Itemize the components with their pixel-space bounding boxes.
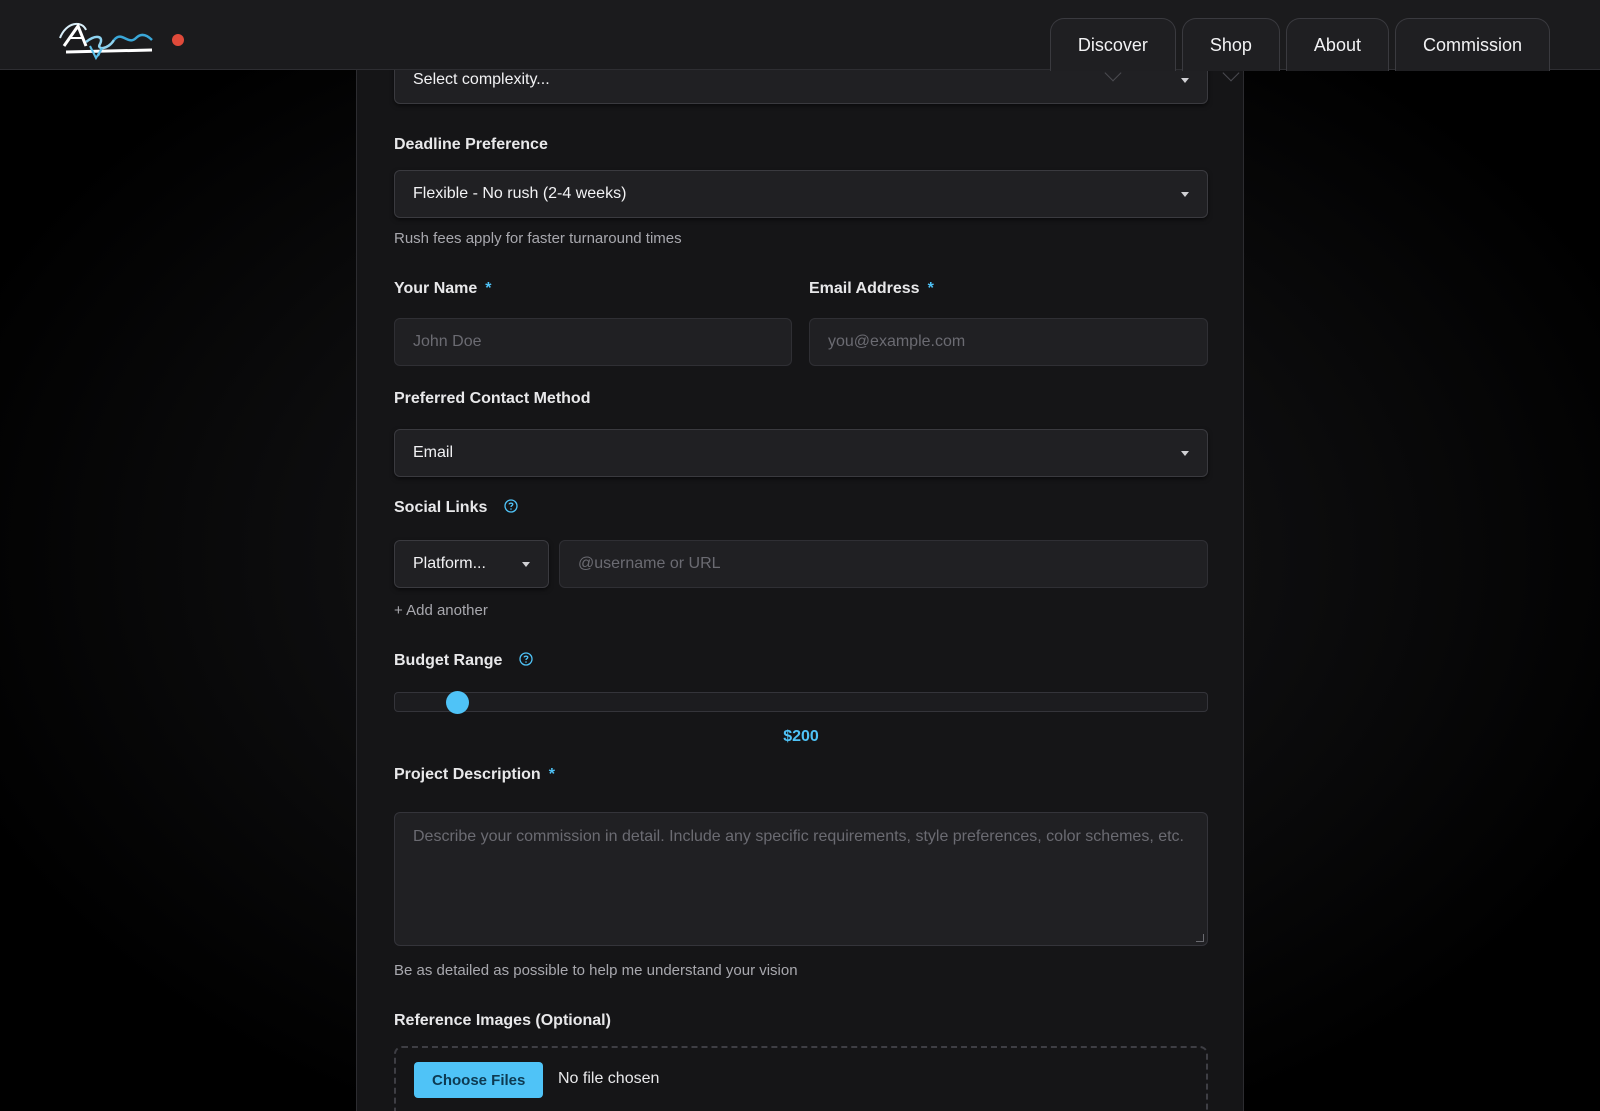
project-description-placeholder: Describe your commission in detail. Incl… bbox=[413, 828, 1184, 845]
nav-tab-label: About bbox=[1313, 34, 1361, 55]
caret-down-icon bbox=[1181, 192, 1189, 197]
budget-range-label: Budget Range bbox=[394, 652, 533, 670]
deadline-hint: Rush fees apply for faster turnaround ti… bbox=[394, 230, 682, 247]
site-logo[interactable] bbox=[56, 16, 156, 62]
email-input[interactable]: you@example.com bbox=[809, 318, 1208, 366]
required-marker: * bbox=[927, 280, 934, 297]
social-platform-select[interactable]: Platform... bbox=[394, 540, 549, 588]
contact-method-label: Preferred Contact Method bbox=[394, 390, 591, 407]
caret-down-icon bbox=[1181, 78, 1189, 83]
deadline-select[interactable]: Flexible - No rush (2-4 weeks) bbox=[394, 170, 1208, 218]
reference-images-label: Reference Images (Optional) bbox=[394, 1012, 611, 1029]
complexity-select-value: Select complexity... bbox=[413, 71, 550, 88]
logo-icon bbox=[59, 22, 153, 61]
project-description-label: Project Description * bbox=[394, 766, 555, 783]
nav-tab-about[interactable]: About bbox=[1285, 18, 1389, 71]
status-indicator-dot bbox=[172, 34, 184, 46]
required-marker: * bbox=[548, 766, 555, 783]
email-label: Email Address * bbox=[809, 280, 934, 297]
deadline-label: Deadline Preference bbox=[394, 136, 548, 153]
name-input-placeholder: John Doe bbox=[413, 333, 482, 350]
budget-value-display: $200 bbox=[783, 728, 819, 745]
nav-tab-label: Commission bbox=[1422, 34, 1522, 55]
resize-handle-icon[interactable] bbox=[1196, 934, 1204, 942]
deadline-select-value: Flexible - No rush (2-4 weeks) bbox=[413, 185, 627, 202]
question-circle-icon[interactable] bbox=[519, 652, 533, 666]
contact-method-select[interactable]: Email bbox=[394, 429, 1208, 477]
caret-down-icon bbox=[1181, 451, 1189, 456]
contact-method-value: Email bbox=[413, 444, 454, 461]
social-links-label: Social Links bbox=[394, 499, 518, 517]
social-handle-input[interactable]: @username or URL bbox=[559, 540, 1208, 588]
project-description-hint: Be as detailed as possible to help me un… bbox=[394, 962, 798, 979]
nav-tab-shop[interactable]: Shop bbox=[1181, 18, 1280, 82]
social-platform-value: Platform... bbox=[413, 555, 486, 572]
question-circle-icon[interactable] bbox=[504, 499, 518, 513]
name-input[interactable]: John Doe bbox=[394, 318, 792, 366]
required-marker: * bbox=[485, 280, 492, 297]
main-nav: Discover Shop About Commission bbox=[1049, 18, 1550, 82]
social-handle-placeholder: @username or URL bbox=[578, 555, 721, 572]
file-status-text: No file chosen bbox=[558, 1070, 660, 1087]
nav-tab-discover[interactable]: Discover bbox=[1049, 18, 1176, 82]
nav-tab-label: Shop bbox=[1209, 34, 1252, 55]
top-navigation-bar: Discover Shop About Commission bbox=[0, 0, 1600, 82]
choose-files-button[interactable]: Choose Files bbox=[414, 1062, 544, 1098]
add-social-link-button[interactable]: + Add another bbox=[394, 602, 488, 619]
reference-images-dropzone[interactable]: Choose Files No file chosen bbox=[394, 1046, 1208, 1111]
nav-tab-commission[interactable]: Commission bbox=[1394, 18, 1550, 71]
commission-form-panel: Select complexity... Deadline Preference… bbox=[356, 56, 1244, 1111]
slider-thumb[interactable] bbox=[446, 691, 469, 714]
project-description-textarea[interactable]: Describe your commission in detail. Incl… bbox=[394, 812, 1208, 946]
budget-range-slider[interactable] bbox=[394, 691, 1208, 714]
caret-down-icon bbox=[522, 562, 530, 567]
email-input-placeholder: you@example.com bbox=[828, 333, 966, 350]
nav-tab-label: Discover bbox=[1077, 34, 1148, 55]
name-label: Your Name * bbox=[394, 280, 492, 297]
